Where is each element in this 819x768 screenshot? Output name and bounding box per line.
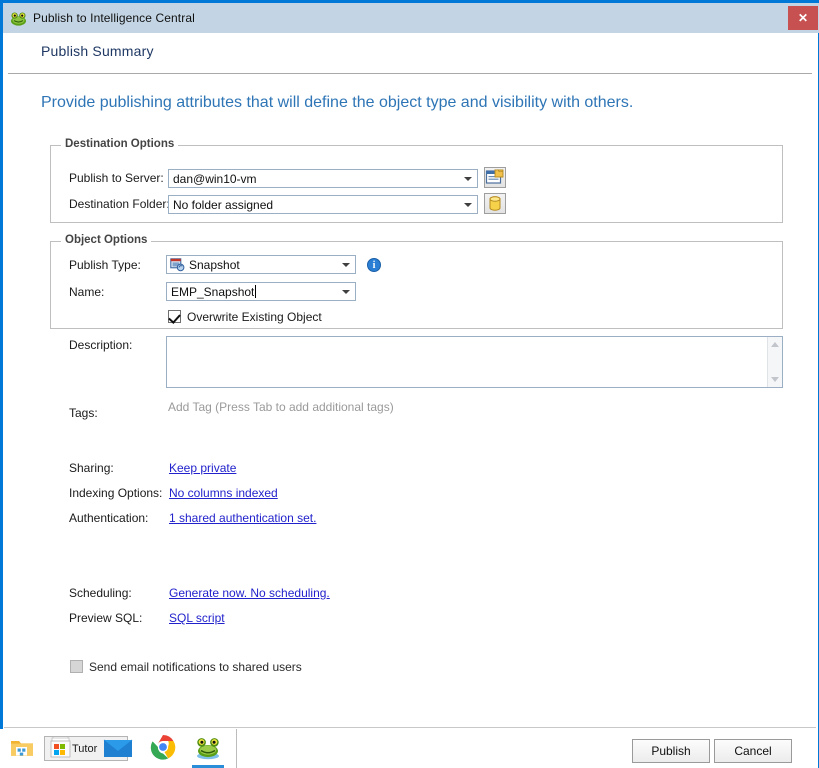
sharing-label: Sharing: [69, 461, 114, 475]
chevron-down-icon [464, 202, 472, 207]
taskbar-item-mail[interactable] [100, 729, 136, 768]
taskbar-item-toad-app[interactable] [190, 729, 226, 768]
object-options-group: Object Options [50, 234, 783, 329]
object-name-value: EMP_Snapshot [171, 284, 255, 299]
publish-type-label: Publish Type: [69, 258, 141, 272]
snapshot-icon [170, 258, 185, 272]
publish-type-value: Snapshot [189, 257, 240, 272]
chevron-down-icon [342, 289, 350, 294]
mail-envelope-icon [103, 735, 133, 762]
file-explorer-icon [10, 736, 34, 761]
scheduling-label: Scheduling: [69, 586, 132, 600]
destination-folder-label: Destination Folder: [69, 197, 170, 211]
tags-input[interactable]: Add Tag (Press Tab to add additional tag… [168, 400, 394, 414]
destination-folder-button[interactable] [484, 193, 506, 214]
title-bar: Publish to Intelligence Central ✕ [3, 3, 819, 33]
header-divider [8, 73, 812, 74]
description-textarea[interactable] [166, 336, 783, 388]
toad-frog-app-icon [194, 734, 222, 763]
object-name-label: Name: [69, 285, 105, 299]
destination-options-legend: Destination Options [61, 138, 179, 150]
taskbar: Tutor [0, 729, 237, 768]
preview-sql-label: Preview SQL: [69, 611, 143, 625]
indexing-options-label: Indexing Options: [69, 486, 163, 500]
text-cursor [255, 285, 257, 298]
publish-to-server-combo[interactable]: dan@win10-vm [168, 169, 478, 188]
publish-type-combo[interactable]: Snapshot [166, 255, 356, 274]
publish-dialog-window: Publish to Intelligence Central ✕ Publis… [0, 0, 819, 768]
publish-button[interactable]: Publish [632, 739, 710, 763]
indexing-options-link[interactable]: No columns indexed [169, 486, 278, 500]
destination-folder-combo[interactable]: No folder assigned [168, 195, 478, 214]
publish-to-server-value: dan@win10-vm [173, 171, 257, 186]
scroll-up-arrow-icon[interactable] [771, 342, 779, 347]
scroll-down-arrow-icon[interactable] [771, 377, 779, 382]
taskbar-item-chrome[interactable] [145, 729, 181, 768]
window-border-left [0, 3, 3, 768]
chevron-down-icon [464, 176, 472, 181]
taskbar-item-file-explorer[interactable] [4, 729, 40, 768]
authentication-link[interactable]: 1 shared authentication set. [169, 511, 316, 525]
sharing-link[interactable]: Keep private [169, 461, 236, 475]
overwrite-existing-object-checkbox[interactable] [168, 310, 181, 323]
authentication-label: Authentication: [69, 511, 149, 525]
windows-logo-icon [54, 744, 66, 759]
chrome-icon [150, 734, 176, 763]
description-scrollbar[interactable] [767, 337, 782, 387]
object-options-legend: Object Options [61, 234, 152, 246]
footer-divider [4, 727, 816, 728]
window-title: Publish to Intelligence Central [33, 11, 195, 25]
intro-text: Provide publishing attributes that will … [41, 94, 634, 111]
server-properties-button[interactable] [484, 167, 506, 188]
frog-icon [10, 10, 27, 27]
scheduling-link[interactable]: Generate now. No scheduling. [169, 586, 330, 600]
overwrite-existing-object-label: Overwrite Existing Object [187, 310, 322, 324]
object-name-combo[interactable]: EMP_Snapshot [166, 282, 356, 301]
send-email-notifications-checkbox[interactable] [70, 660, 83, 673]
cancel-button[interactable]: Cancel [714, 739, 792, 763]
publish-to-server-label: Publish to Server: [69, 171, 164, 185]
chevron-down-icon [342, 262, 350, 267]
tags-label: Tags: [69, 406, 98, 420]
close-button[interactable]: ✕ [788, 6, 818, 30]
send-email-notifications-label: Send email notifications to shared users [89, 660, 302, 674]
preview-sql-link[interactable]: SQL script [169, 611, 225, 625]
page-title: Publish Summary [41, 43, 154, 59]
destination-folder-value: No folder assigned [173, 197, 274, 212]
description-label: Description: [69, 338, 133, 352]
info-icon[interactable]: i [367, 258, 381, 272]
taskbar-window-label: Tutor [72, 743, 98, 755]
